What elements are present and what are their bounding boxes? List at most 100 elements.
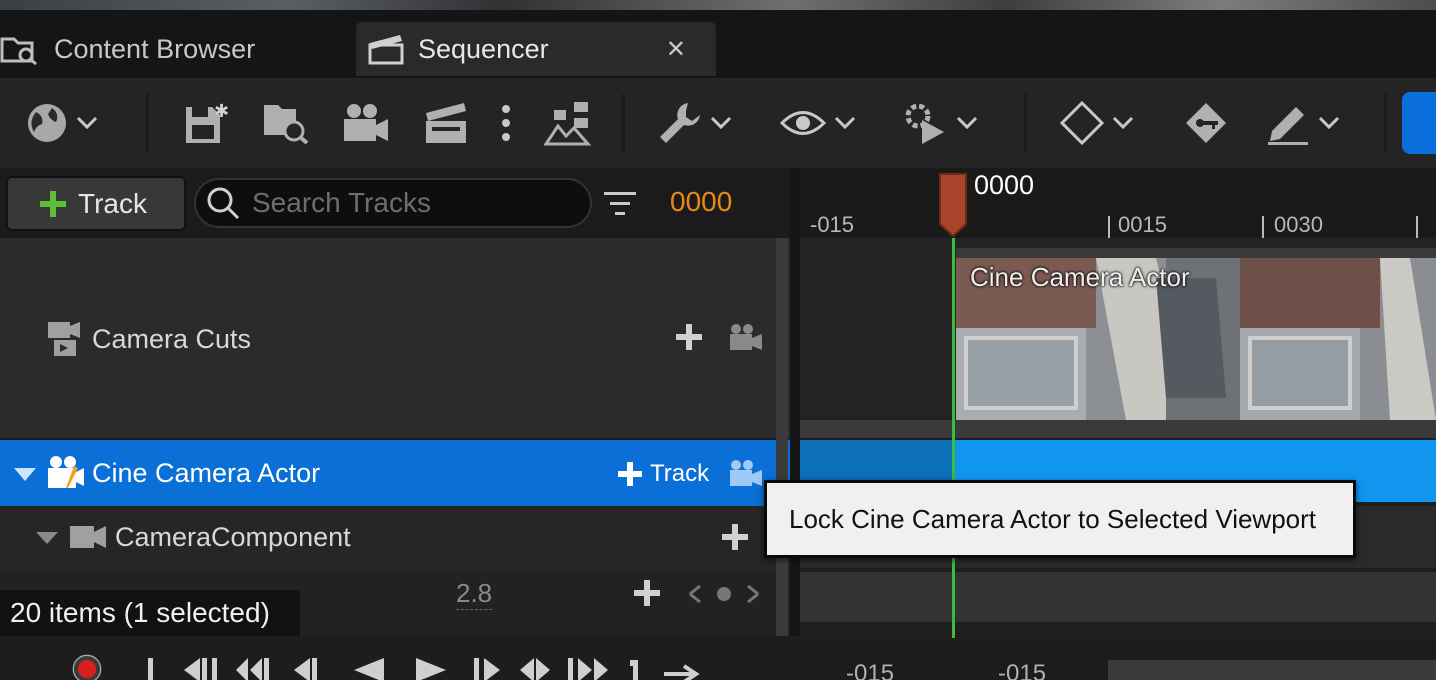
track-row-camera-cuts[interactable]: Camera Cuts [0, 238, 790, 438]
cine-camera-actor-label: Cine Camera Actor [92, 458, 321, 488]
camera-cuts-label: Camera Cuts [92, 324, 252, 354]
tab-bar: Content Browser Sequencer ✕ [0, 10, 1436, 78]
tick-label: -015 [810, 212, 855, 237]
tools-menu-button[interactable] [658, 98, 732, 148]
record-button[interactable] [64, 654, 110, 680]
save-button[interactable]: ✱ [184, 98, 228, 148]
pen-icon [1266, 101, 1310, 145]
world-menu-button[interactable] [26, 98, 98, 148]
key-navigation-icon[interactable] [688, 584, 760, 604]
lock-viewport-button[interactable] [1402, 92, 1436, 154]
add-subtrack-button[interactable]: Track [618, 460, 709, 488]
camera-cuts-icon [46, 320, 82, 358]
current-frame[interactable]: 0000 [670, 186, 732, 218]
svg-text:✱: ✱ [214, 101, 228, 122]
plus-icon [38, 189, 68, 219]
key-interpolation-button[interactable] [1060, 98, 1134, 148]
search-icon [206, 186, 240, 220]
add-key-button[interactable] [634, 580, 660, 606]
tab-content-browser-label: Content Browser [54, 33, 256, 64]
chevron-down-icon [1318, 116, 1340, 130]
toolbar-divider [1384, 94, 1387, 152]
world-icon [26, 102, 68, 144]
viewport-strip [0, 0, 1436, 10]
add-track-label: Track [78, 187, 147, 219]
camera-lock-icon[interactable] [728, 458, 764, 488]
lane-divider [800, 420, 1436, 438]
view-range-start[interactable]: -015 [846, 660, 894, 680]
cine-camera-icon [46, 454, 84, 490]
close-icon[interactable]: ✕ [666, 35, 686, 64]
render-movie-button[interactable] [424, 98, 470, 148]
find-asset-button[interactable] [262, 98, 310, 148]
camera-thumbnail [1240, 258, 1436, 420]
save-icon: ✱ [184, 101, 228, 145]
gear-play-icon [902, 100, 948, 146]
toolbar-divider [1024, 94, 1027, 152]
add-subtrack-label: Track [650, 460, 710, 487]
aperture-value[interactable]: 2.8 [456, 578, 493, 610]
clapper-icon [424, 101, 470, 145]
more-icon [500, 103, 512, 143]
playhead-handle[interactable] [938, 172, 968, 238]
toolbar-divider [622, 94, 625, 152]
key-icon [1184, 101, 1228, 145]
view-menu-button[interactable] [780, 98, 856, 148]
timeline-scrollbar[interactable] [1108, 660, 1436, 680]
transport-buttons[interactable] [144, 656, 724, 680]
tooltip: Lock Cine Camera Actor to Selected Viewp… [764, 480, 1356, 558]
chevron-down-icon [956, 116, 978, 130]
search-tracks-field[interactable] [194, 178, 592, 228]
hierarchy-button[interactable] [544, 98, 592, 148]
transport-controls [0, 636, 800, 680]
content-browser-icon [0, 33, 40, 65]
tab-sequencer[interactable]: Sequencer ✕ [356, 22, 716, 76]
playhead-line [952, 238, 955, 638]
chevron-down-icon [834, 116, 856, 130]
key-diamond-icon [1060, 101, 1104, 145]
filter-button[interactable] [604, 190, 636, 218]
chevron-down-icon [710, 116, 732, 130]
track-row-cine-camera-actor[interactable]: Cine Camera Actor Track [0, 440, 790, 506]
chevron-down-icon [76, 116, 98, 130]
camera-lock-icon[interactable] [728, 322, 764, 352]
track-row-camera-component[interactable]: CameraComponent [0, 506, 790, 570]
sequencer-toolbar: ✱ [0, 78, 1436, 168]
collapse-arrow-icon[interactable] [36, 532, 58, 545]
camera-icon [342, 101, 390, 145]
search-input[interactable] [252, 187, 572, 219]
playhead-frame-label: 0000 [974, 170, 1035, 200]
aperture-lane[interactable] [800, 572, 1436, 622]
tab-sequencer-label: Sequencer [418, 33, 549, 64]
camera-cut-section-label: Cine Camera Actor [970, 262, 1190, 292]
more-options-button[interactable] [500, 98, 512, 148]
filter-icon [604, 190, 636, 218]
edit-menu-button[interactable] [1266, 98, 1340, 148]
outliner-scrollbar[interactable] [776, 238, 788, 638]
camera-component-label: CameraComponent [115, 522, 351, 552]
tick-label: 0030 [1274, 212, 1323, 237]
camera-button[interactable] [342, 98, 390, 148]
camera-cut-section-bar [956, 248, 1436, 258]
add-property-track-button[interactable] [722, 524, 748, 550]
hierarchy-icon [544, 100, 592, 146]
playback-options-button[interactable] [902, 98, 978, 148]
tick-mark [1262, 216, 1264, 238]
add-key-button[interactable] [1184, 98, 1228, 148]
sequencer-icon [368, 33, 404, 65]
collapse-arrow-icon[interactable] [14, 468, 36, 482]
wrench-icon [658, 101, 702, 145]
working-range-start[interactable]: -015 [998, 660, 1046, 680]
find-asset-icon [262, 101, 310, 145]
add-camera-cut-button[interactable] [676, 324, 702, 350]
tick-mark [1416, 216, 1418, 238]
chevron-down-icon [1112, 116, 1134, 130]
tab-content-browser[interactable]: Content Browser [0, 22, 255, 76]
tick-label: 0015 [1118, 212, 1167, 237]
tick-mark [1108, 216, 1110, 238]
eye-icon [780, 108, 826, 138]
camera-component-icon [70, 524, 108, 550]
status-items-selected: 20 items (1 selected) [0, 590, 300, 636]
add-track-button[interactable]: Track [6, 176, 186, 231]
toolbar-divider [146, 94, 149, 152]
